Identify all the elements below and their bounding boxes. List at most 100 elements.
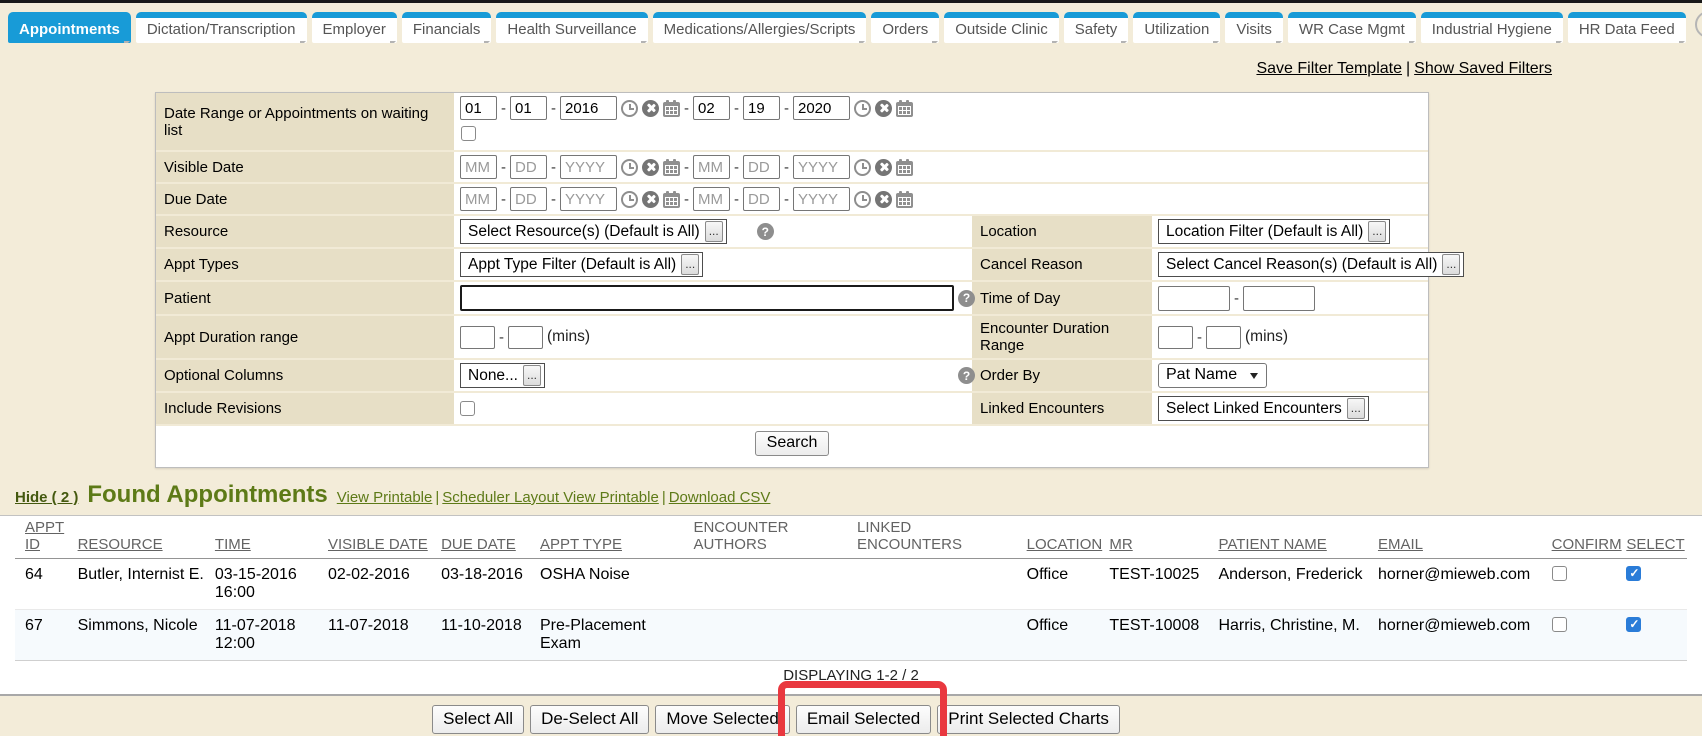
tab-orders[interactable]: Orders: [871, 12, 939, 43]
time-picker-icon[interactable]: [621, 191, 638, 208]
cancel-reason-picker[interactable]: Select Cancel Reason(s) (Default is All)…: [1158, 252, 1464, 277]
clear-date-icon[interactable]: [642, 191, 659, 208]
cell-time: 11-07-2018 12:00: [215, 610, 328, 661]
encounter-duration-min-input[interactable]: [1158, 326, 1193, 349]
visible-to-month-input[interactable]: [693, 155, 730, 179]
due-to-day-input[interactable]: [743, 187, 780, 211]
clear-date-icon[interactable]: [875, 159, 892, 176]
view-printable-link[interactable]: View Printable: [337, 489, 433, 506]
search-button[interactable]: Search: [755, 431, 830, 456]
order-by-select[interactable]: Pat Name: [1158, 363, 1267, 388]
encounter-duration-max-input[interactable]: [1206, 326, 1241, 349]
visible-from-year-input[interactable]: [560, 155, 617, 179]
time-picker-icon[interactable]: [854, 100, 871, 117]
save-filter-template-link[interactable]: Save Filter Template: [1256, 60, 1402, 77]
date-from-month-input[interactable]: [460, 96, 497, 120]
time-picker-icon[interactable]: [621, 159, 638, 176]
appt-type-more-button[interactable]: ...: [681, 254, 699, 275]
patient-search-input[interactable]: [460, 285, 954, 311]
clear-date-icon[interactable]: [642, 100, 659, 117]
tab-safety[interactable]: Safety: [1064, 12, 1129, 43]
visible-from-day-input[interactable]: [510, 155, 547, 179]
deselect-all-button[interactable]: De-Select All: [530, 705, 649, 734]
filter-row-search: Search: [156, 426, 1428, 467]
select-all-button[interactable]: Select All: [432, 705, 524, 734]
actions-row: Select All De-Select All Move Selected E…: [0, 705, 1627, 734]
location-picker[interactable]: Location Filter (Default is All)...: [1158, 219, 1390, 244]
linked-encounters-more-button[interactable]: ...: [1347, 398, 1365, 419]
due-from-day-input[interactable]: [510, 187, 547, 211]
tab-industrial-hygiene[interactable]: Industrial Hygiene: [1421, 12, 1563, 43]
date-from-year-input[interactable]: [560, 96, 617, 120]
tab-wr-case-mgmt[interactable]: WR Case Mgmt: [1288, 12, 1416, 43]
cancel-reason-more-button[interactable]: ...: [1442, 254, 1460, 275]
hide-results-link[interactable]: Hide ( 2 ): [15, 489, 78, 506]
select-checkbox[interactable]: [1626, 617, 1641, 632]
clear-date-icon[interactable]: [875, 100, 892, 117]
visible-to-day-input[interactable]: [743, 155, 780, 179]
optional-columns-picker[interactable]: None......: [460, 363, 545, 388]
help-icon[interactable]: ?: [958, 367, 975, 384]
visible-to-year-input[interactable]: [793, 155, 850, 179]
time-picker-icon[interactable]: [621, 100, 638, 117]
cell-visible-date: 11-07-2018: [328, 610, 441, 661]
tab-hr-data-feed[interactable]: HR Data Feed: [1568, 12, 1686, 43]
help-icon[interactable]: ?: [757, 223, 774, 240]
tab-outside-clinic[interactable]: Outside Clinic: [944, 12, 1059, 43]
due-to-year-input[interactable]: [793, 187, 850, 211]
select-checkbox[interactable]: [1626, 566, 1641, 581]
date-to-year-input[interactable]: [793, 96, 850, 120]
calendar-icon[interactable]: [663, 193, 680, 208]
email-selected-button[interactable]: Email Selected: [796, 705, 931, 734]
clear-date-icon[interactable]: [875, 191, 892, 208]
due-from-month-input[interactable]: [460, 187, 497, 211]
date-to-day-input[interactable]: [743, 96, 780, 120]
download-csv-link[interactable]: Download CSV: [669, 489, 771, 506]
visible-from-month-input[interactable]: [460, 155, 497, 179]
waiting-list-checkbox[interactable]: [461, 126, 476, 141]
date-to-month-input[interactable]: [693, 96, 730, 120]
cell-encounter-authors: [693, 610, 857, 661]
calendar-icon[interactable]: [663, 102, 680, 117]
due-from-year-input[interactable]: [560, 187, 617, 211]
resource-more-button[interactable]: ...: [705, 221, 723, 242]
help-icon[interactable]: ?: [958, 290, 975, 307]
appt-duration-max-input[interactable]: [508, 326, 543, 349]
linked-encounters-picker[interactable]: Select Linked Encounters...: [1158, 396, 1369, 421]
clear-date-icon[interactable]: [642, 159, 659, 176]
time-picker-icon[interactable]: [854, 159, 871, 176]
show-saved-filters-link[interactable]: Show Saved Filters: [1414, 60, 1552, 77]
time-of-day-end-input[interactable]: [1243, 286, 1315, 311]
open-external-icon[interactable]: ↗: [1695, 11, 1702, 38]
resource-picker[interactable]: Select Resource(s) (Default is All)...: [460, 219, 727, 244]
scheduler-layout-printable-link[interactable]: Scheduler Layout View Printable: [442, 489, 659, 506]
tab-health-surveillance[interactable]: Health Surveillance: [496, 12, 647, 43]
confirm-checkbox[interactable]: [1552, 566, 1567, 581]
tab-dictation-transcription[interactable]: Dictation/Transcription: [136, 12, 307, 43]
calendar-icon[interactable]: [896, 102, 913, 117]
due-to-month-input[interactable]: [693, 187, 730, 211]
appt-type-picker[interactable]: Appt Type Filter (Default is All)...: [460, 252, 703, 277]
time-of-day-start-input[interactable]: [1158, 286, 1230, 311]
calendar-icon[interactable]: [663, 161, 680, 176]
optional-columns-more-button[interactable]: ...: [523, 365, 541, 386]
confirm-checkbox[interactable]: [1552, 617, 1567, 632]
print-selected-charts-button[interactable]: Print Selected Charts: [937, 705, 1120, 734]
calendar-icon[interactable]: [896, 193, 913, 208]
tab-employer[interactable]: Employer: [312, 12, 397, 43]
tab-label: Outside Clinic: [944, 18, 1059, 43]
tab-visits[interactable]: Visits: [1225, 12, 1283, 43]
tab-appointments[interactable]: Appointments: [8, 12, 131, 43]
date-from-day-input[interactable]: [510, 96, 547, 120]
move-selected-button[interactable]: Move Selected: [655, 705, 789, 734]
include-revisions-checkbox[interactable]: [460, 401, 475, 416]
appt-duration-min-input[interactable]: [460, 326, 495, 349]
time-picker-icon[interactable]: [854, 191, 871, 208]
tab-financials[interactable]: Financials: [402, 12, 492, 43]
location-more-button[interactable]: ...: [1368, 221, 1386, 242]
tab-label: Financials: [402, 18, 492, 43]
range-separator: -: [499, 329, 504, 346]
calendar-icon[interactable]: [896, 161, 913, 176]
tab-medications-allergies-scripts[interactable]: Medications/Allergies/Scripts: [653, 12, 867, 43]
tab-utilization[interactable]: Utilization: [1133, 12, 1220, 43]
